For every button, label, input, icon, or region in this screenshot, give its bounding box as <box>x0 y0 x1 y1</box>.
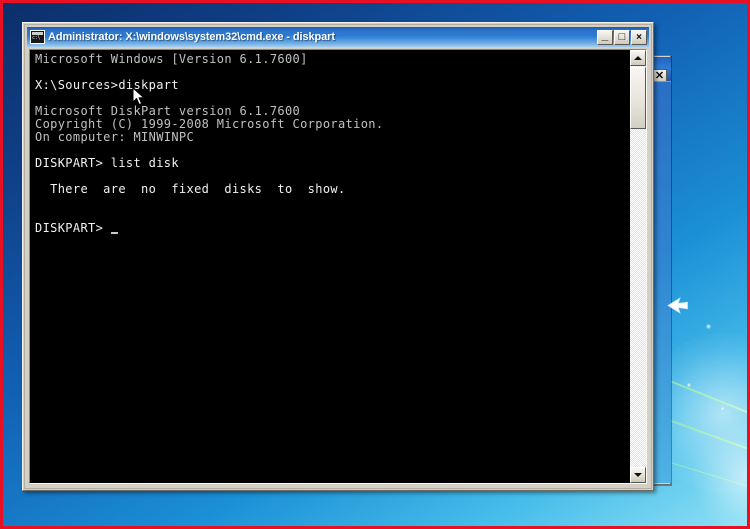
console-text-area[interactable]: Microsoft Windows [Version 6.1.7600] X:\… <box>30 50 629 483</box>
scroll-thumb[interactable] <box>630 67 646 129</box>
minimize-button[interactable]: _ <box>597 27 613 45</box>
wallpaper-sparkle-2 <box>687 383 691 387</box>
cmd-console-icon <box>30 30 45 44</box>
window-controls: _ □ × <box>597 27 647 45</box>
maximize-button[interactable]: □ <box>614 29 630 45</box>
console-line: DISKPART> <box>35 222 629 235</box>
console-line: Microsoft Windows [Version 6.1.7600] <box>35 52 308 66</box>
console-line: X:\Sources>diskpart <box>35 78 179 92</box>
cmd-window-inner-frame: Administrator: X:\windows\system32\cmd.e… <box>24 24 652 489</box>
scroll-up-button[interactable] <box>630 50 646 66</box>
wallpaper-glow-2 <box>693 423 747 526</box>
screenshot-root: ✕ Administrator: X:\windows\system32\cmd… <box>0 0 750 529</box>
console-vertical-scrollbar[interactable] <box>629 50 646 483</box>
close-icon: × <box>636 31 642 43</box>
arrow-down-icon <box>634 473 642 477</box>
scroll-down-button[interactable] <box>630 467 646 483</box>
console-line: On computer: MINWINPC <box>35 130 195 144</box>
arrow-up-icon <box>634 56 642 60</box>
text-cursor <box>110 232 118 234</box>
console-line: DISKPART> list disk <box>35 156 179 170</box>
minimize-icon: _ <box>601 27 609 42</box>
console-client-frame: Microsoft Windows [Version 6.1.7600] X:\… <box>29 49 647 484</box>
wallpaper-sparkle-3 <box>721 407 724 410</box>
cmd-titlebar[interactable]: Administrator: X:\windows\system32\cmd.e… <box>27 27 649 47</box>
cmd-console-window[interactable]: Administrator: X:\windows\system32\cmd.e… <box>22 22 654 491</box>
console-line: There are no fixed disks to show. <box>35 182 346 196</box>
wallpaper-sparkle-1 <box>706 324 711 329</box>
maximize-icon: □ <box>618 30 626 43</box>
cmd-window-title: Administrator: X:\windows\system32\cmd.e… <box>48 31 335 43</box>
close-button[interactable]: × <box>631 29 647 45</box>
